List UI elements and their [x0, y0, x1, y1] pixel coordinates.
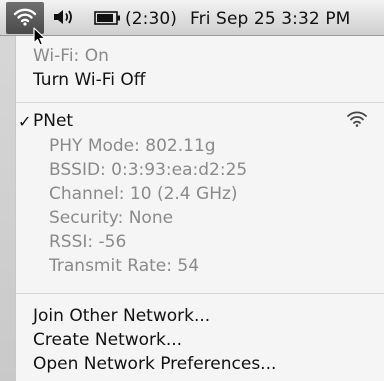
network-detail-transmit-rate: Transmit Rate: 54: [49, 256, 200, 276]
wifi-icon: [13, 8, 37, 26]
clock[interactable]: Fri Sep 25 3:32 PM: [190, 9, 350, 29]
mouse-cursor-icon: [33, 27, 46, 46]
selected-checkmark: ✓: [18, 112, 32, 131]
join-other-network-item[interactable]: Join Other Network...: [33, 306, 210, 326]
wifi-status: Wi-Fi: On: [33, 46, 109, 66]
menubar: (2:30) Fri Sep 25 3:32 PM: [0, 0, 384, 36]
network-detail-rssi: RSSI: -56: [49, 232, 127, 252]
network-item-pnet[interactable]: PNet: [33, 111, 73, 131]
battery-time: (2:30): [125, 9, 178, 29]
network-detail-phy-mode: PHY Mode: 802.11g: [49, 136, 216, 156]
create-network-item[interactable]: Create Network...: [33, 330, 182, 350]
network-detail-bssid: BSSID: 0:3:93:ea:d2:25: [49, 160, 248, 180]
battery-icon[interactable]: [94, 11, 122, 25]
wifi-dropdown-menu: Wi-Fi: On Turn Wi-Fi Off ✓ PNet PHY Mode…: [16, 36, 384, 381]
network-detail-security: Security: None: [49, 208, 174, 228]
network-detail-channel: Channel: 10 (2.4 GHz): [49, 184, 238, 204]
menu-separator: [16, 102, 384, 103]
volume-icon[interactable]: [52, 8, 74, 26]
wifi-signal-icon: [347, 111, 367, 127]
screen: (2:30) Fri Sep 25 3:32 PM Wi-Fi: On Turn…: [0, 0, 384, 381]
open-network-preferences-item[interactable]: Open Network Preferences...: [33, 354, 276, 374]
turn-wifi-off-item[interactable]: Turn Wi-Fi Off: [33, 70, 146, 90]
menu-separator: [16, 293, 384, 294]
